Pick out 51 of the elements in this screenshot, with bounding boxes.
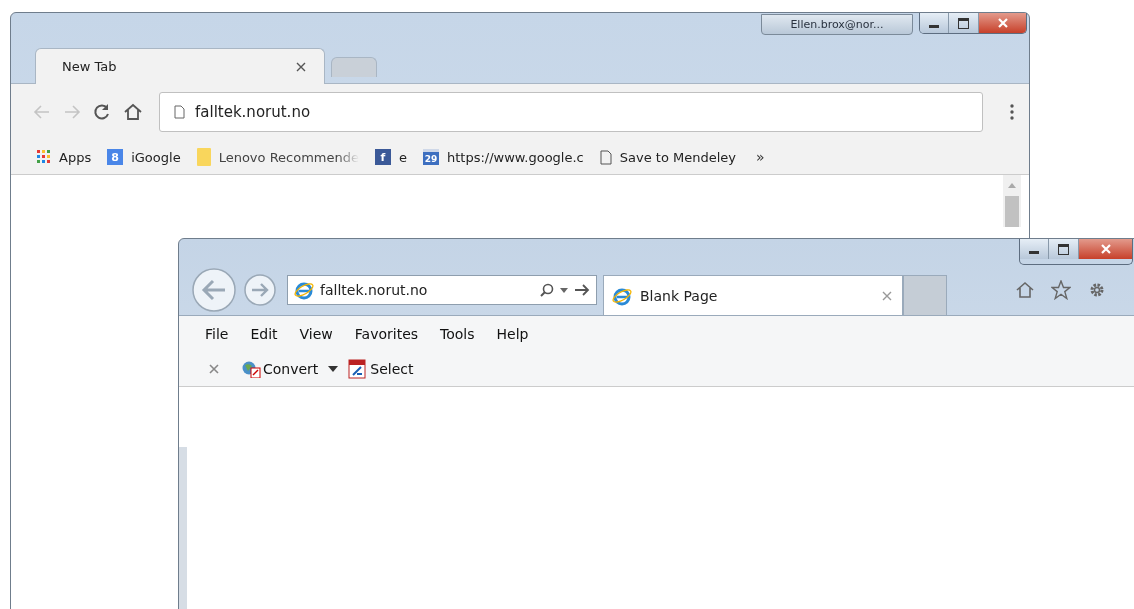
apps-grid-icon — [37, 150, 51, 164]
calendar-icon: 29 — [423, 149, 439, 165]
search-icon[interactable] — [540, 283, 554, 297]
pdf-select-icon — [348, 359, 369, 379]
bookmark-item[interactable]: Apps — [37, 149, 92, 165]
star-icon[interactable] — [1051, 280, 1071, 300]
browser-tab[interactable]: Blank Page — [603, 275, 903, 315]
dropdown-caret-icon[interactable] — [560, 287, 568, 293]
globe-pdf-icon — [241, 360, 261, 378]
menu-item[interactable]: View — [299, 326, 333, 352]
page-icon — [599, 149, 612, 165]
close-button[interactable] — [1078, 239, 1132, 259]
bookmark-item[interactable]: f e — [375, 149, 407, 165]
home-icon[interactable] — [123, 103, 143, 121]
minimize-button[interactable] — [1020, 239, 1048, 259]
folder-icon — [196, 148, 211, 166]
dropdown-caret-icon[interactable] — [328, 366, 339, 372]
convert-button[interactable]: Convert — [241, 360, 319, 378]
close-icon — [1099, 244, 1112, 254]
select-button[interactable]: Select — [348, 359, 414, 379]
bookmark-item[interactable]: Save to Mendeley — [599, 149, 736, 165]
facebook-icon: f — [375, 149, 391, 165]
menu-icon[interactable] — [1009, 103, 1015, 121]
maximize-button[interactable] — [1048, 239, 1078, 259]
profile-button[interactable]: Ellen.brox@nor... — [761, 14, 913, 35]
reload-icon[interactable] — [93, 103, 111, 121]
close-icon[interactable] — [209, 364, 219, 374]
browser-tab[interactable]: New Tab — [35, 48, 325, 84]
menu-item[interactable]: Favorites — [354, 326, 419, 352]
go-arrow-icon[interactable] — [574, 283, 590, 297]
menu-item[interactable]: Help — [496, 326, 529, 352]
bookmark-item[interactable]: 8 iGoogle — [107, 149, 181, 165]
google-icon: 8 — [107, 149, 124, 165]
bookmark-item[interactable]: 29 https://www.google.c — [423, 149, 584, 165]
bookmark-item[interactable]: Lenovo Recommende — [196, 148, 359, 166]
ie-logo-icon — [294, 280, 314, 300]
page-icon — [174, 105, 185, 119]
address-bar[interactable]: falltek.norut.no — [287, 275, 597, 305]
close-button[interactable] — [978, 13, 1026, 33]
maximize-button[interactable] — [948, 13, 978, 33]
menu-item[interactable]: Tools — [440, 326, 475, 352]
more-bookmarks-button[interactable]: » — [756, 149, 765, 165]
close-icon[interactable] — [882, 290, 892, 301]
address-bar[interactable]: falltek.norut.no — [159, 92, 983, 132]
home-icon[interactable] — [1015, 280, 1035, 300]
menu-item[interactable]: Edit — [250, 326, 278, 352]
close-icon[interactable] — [296, 61, 306, 72]
menu-item[interactable]: File — [205, 326, 229, 352]
scrollbar[interactable] — [1003, 175, 1021, 227]
minimize-button[interactable] — [920, 13, 948, 33]
close-icon — [996, 18, 1009, 28]
